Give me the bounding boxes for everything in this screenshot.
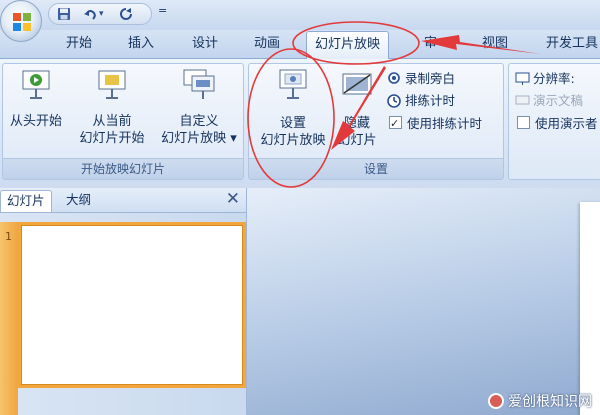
record-narration-label: 录制旁白 <box>405 71 456 86</box>
show-presentation-on-label: 演示文稿 <box>533 93 584 108</box>
watermark-text: 爱创根知识网 <box>508 394 592 410</box>
from-beginning-button[interactable]: 从头开始 <box>7 68 65 130</box>
group-start-slide-show: 从头开始 从当前 幻灯片开始 自定义 幻灯片放映 ▾ 开始放映幻灯片 <box>2 63 244 180</box>
rehearse-timings-button[interactable]: 排练计时 <box>387 91 455 111</box>
from-current-slide-button[interactable]: 从当前 幻灯片开始 <box>79 68 145 147</box>
office-logo-icon <box>13 13 31 31</box>
setup-show-icon <box>279 69 307 99</box>
ribbon-tabs: 开始 插入 设计 动画 幻灯片放映 审 视图 开发工具 <box>0 30 600 59</box>
setup-show-label-1: 设置 <box>279 116 306 131</box>
play-from-current-icon <box>98 70 126 99</box>
record-narration-button[interactable]: 录制旁白 <box>387 69 455 89</box>
hide-slide-button[interactable]: 隐藏 幻灯片 <box>335 68 379 149</box>
close-icon[interactable]: ✕ <box>226 189 240 209</box>
custom-slide-show-button[interactable]: 自定义 幻灯片放映 ▾ <box>157 68 241 147</box>
presenter-view-label: 使用演示者 <box>535 116 598 131</box>
ribbon: 从头开始 从当前 幻灯片开始 自定义 幻灯片放映 ▾ 开始放映幻灯片 设置 幻灯… <box>0 59 600 184</box>
tab-slides[interactable]: 幻灯片 <box>0 190 52 212</box>
tab-home[interactable]: 开始 <box>66 30 92 58</box>
custom-show-label-1: 自定义 <box>179 114 219 129</box>
tab-animations[interactable]: 动画 <box>254 30 280 58</box>
watermark-logo-icon <box>488 393 504 409</box>
tab-slide-show[interactable]: 幻灯片放映 <box>306 31 390 59</box>
group-monitors: 分辨率: 演示文稿 使用演示者 <box>508 63 600 180</box>
tab-design[interactable]: 设计 <box>192 30 218 58</box>
tab-developer[interactable]: 开发工具 <box>546 30 598 58</box>
watermark: 爱创根知识网 <box>488 391 592 411</box>
tab-insert[interactable]: 插入 <box>128 30 154 58</box>
undo-icon[interactable] <box>83 7 97 21</box>
from-beginning-label: 从头开始 <box>9 114 62 129</box>
custom-show-icon <box>183 69 215 99</box>
microphone-icon <box>388 72 400 84</box>
slides-pane: 幻灯片 大纲 ✕ 1 <box>0 188 247 415</box>
play-from-start-icon <box>22 70 50 99</box>
tab-outline[interactable]: 大纲 <box>60 190 97 212</box>
monitor-icon <box>515 72 530 85</box>
rehearse-timings-label: 排练计时 <box>405 93 456 108</box>
from-current-label-2: 幻灯片开始 <box>79 131 145 146</box>
presenter-view-checkbox[interactable]: 使用演示者 <box>517 114 598 134</box>
setup-show-label-2: 幻灯片放映 <box>260 133 326 148</box>
from-current-label-1: 从当前 <box>92 114 132 129</box>
office-button[interactable] <box>0 0 42 42</box>
selection-band <box>0 222 18 415</box>
slide-canvas[interactable] <box>580 202 600 415</box>
group-setup-label: 设置 <box>249 158 503 179</box>
slide-editing-area[interactable] <box>247 188 600 415</box>
use-rehearsed-timings-checkbox[interactable]: 使用排练计时 <box>389 114 482 134</box>
hide-slide-icon <box>342 73 372 95</box>
quick-access-toolbar: ▾ <box>48 3 152 25</box>
save-icon[interactable] <box>57 7 71 21</box>
hide-slide-label-1: 隐藏 <box>343 116 370 131</box>
resolution-control[interactable]: 分辨率: <box>515 69 575 89</box>
customize-qat-icon[interactable]: = <box>158 4 167 17</box>
tab-review[interactable]: 审 <box>424 30 437 58</box>
show-presentation-on-control[interactable]: 演示文稿 <box>515 91 583 111</box>
pane-tabs: 幻灯片 大纲 ✕ <box>0 188 246 213</box>
slide-thumbnail[interactable] <box>18 222 246 388</box>
resolution-label: 分辨率: <box>533 71 575 86</box>
undo-dropdown-icon[interactable]: ▾ <box>99 6 104 22</box>
rehearse-timings-icon <box>387 94 401 108</box>
group-start-label: 开始放映幻灯片 <box>3 158 243 179</box>
redo-icon[interactable] <box>119 7 133 21</box>
checkbox-checked-icon <box>389 114 402 134</box>
tab-view[interactable]: 视图 <box>482 30 508 58</box>
checkbox-unchecked-icon <box>517 116 530 129</box>
slide-number: 1 <box>5 230 12 243</box>
hide-slide-label-2: 幻灯片 <box>337 133 377 148</box>
custom-show-label-2: 幻灯片放映 ▾ <box>161 131 237 146</box>
setup-slide-show-button[interactable]: 设置 幻灯片放映 <box>255 68 331 149</box>
group-setup: 设置 幻灯片放映 隐藏 幻灯片 录制旁白 排练计时 ✓使用排练计时 设置 <box>248 63 504 180</box>
use-rehearsed-timings-label: 使用排练计时 <box>407 116 483 131</box>
projector-icon <box>515 95 530 105</box>
